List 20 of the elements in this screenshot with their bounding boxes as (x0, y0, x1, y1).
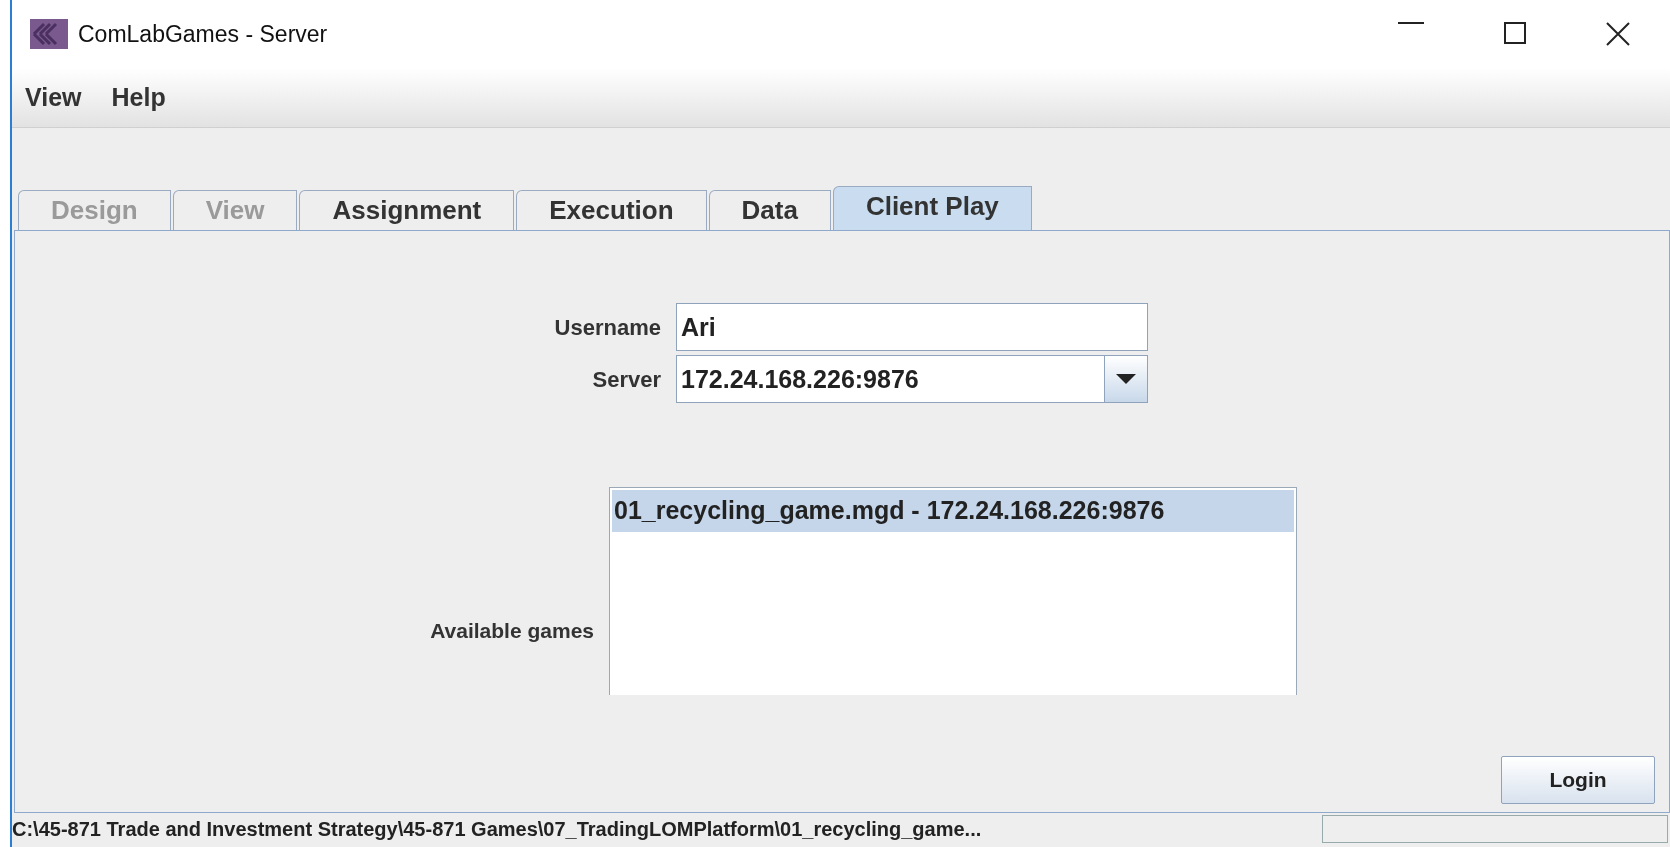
maximize-icon[interactable] (1504, 22, 1526, 44)
username-field[interactable]: Ari (676, 303, 1148, 351)
menu-item[interactable]: View (25, 78, 82, 117)
tab[interactable]: Execution (516, 190, 707, 230)
username-label: Username (553, 313, 661, 342)
login-button[interactable]: Login (1501, 756, 1655, 804)
game-list-item[interactable]: 01_recycling_game.mgd - 172.24.168.226:9876 (612, 490, 1294, 532)
dropdown-button[interactable] (1104, 355, 1148, 403)
server-field[interactable]: 172.24.168.226:9876 (676, 355, 1104, 403)
server-label: Server (591, 365, 661, 394)
menu-item[interactable]: Help (111, 78, 166, 117)
app-logo-icon (30, 19, 68, 49)
status-path: C:\45-871 Trade and Investment Strategy\45-871 Games\07_TradingLOMPlatform\01_recycling_game... (12, 817, 983, 842)
caret-icon (1116, 374, 1136, 384)
tab[interactable]: Assignment (299, 190, 515, 230)
available-games-label: Available games (429, 618, 595, 645)
close-icon[interactable] (1606, 22, 1630, 46)
tab[interactable]: Data (708, 190, 831, 230)
tab[interactable]: Client Play (832, 186, 1032, 230)
window-title: ComLabGames - Server (78, 19, 328, 49)
